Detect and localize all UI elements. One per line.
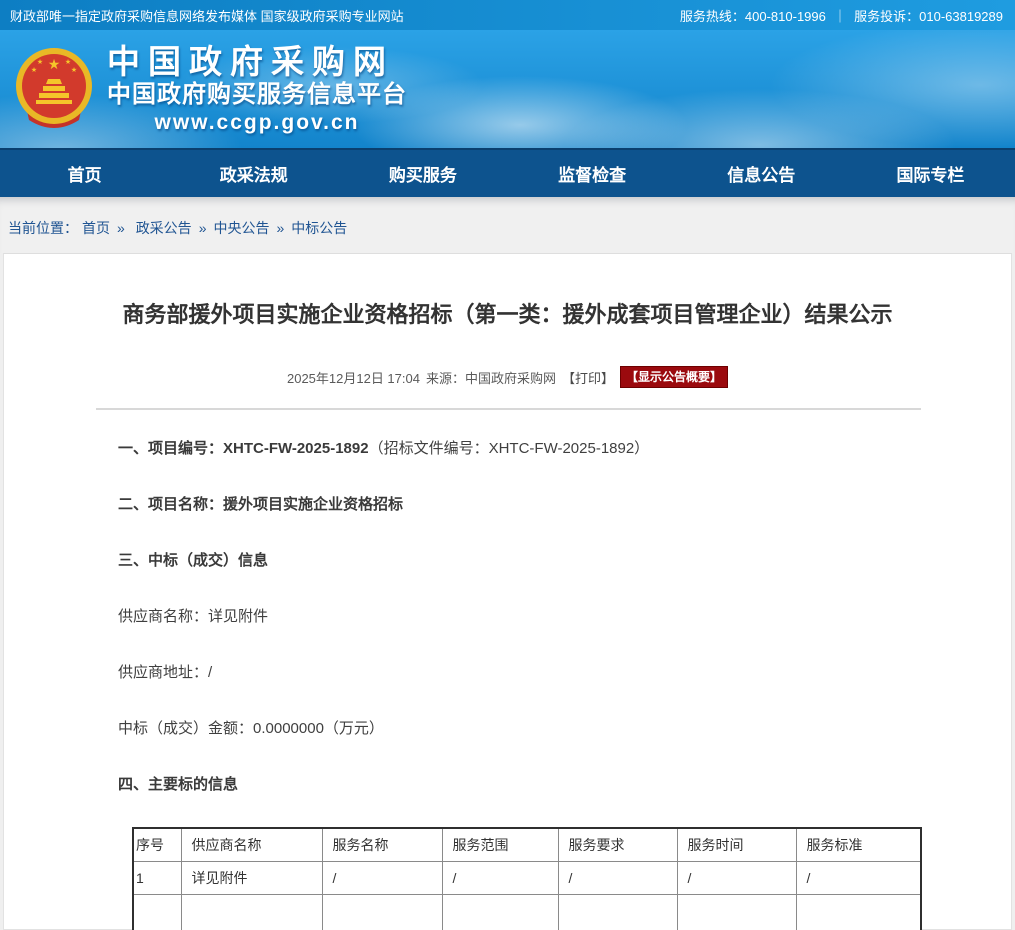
nav-item-regulations[interactable]: 政采法规 <box>169 150 338 197</box>
para-award-amount: 中标（成交）金额：0.0000000（万元） <box>118 720 1011 737</box>
table-row: 1 详见附件 / / / / / <box>133 861 921 894</box>
table-cell: / <box>558 861 677 894</box>
para-bold-text: 三、中标（成交）信息 <box>118 552 268 569</box>
table-cell: / <box>442 861 558 894</box>
announcement-meta: 2025年12月12日 17:04 来源：中国政府采购网 【打印】 【显示公告概… <box>4 366 1011 388</box>
topbar: 财政部唯一指定政府采购信息网络发布媒体 国家级政府采购专业网站 服务热线：400… <box>0 0 1015 30</box>
para-bold-text: 一、项目编号：XHTC-FW-2025-1892 <box>118 440 369 457</box>
site-title-block: 中国政府采购网 中国政府购买服务信息平台 www.ccgp.gov.cn <box>107 44 407 136</box>
table-cell: / <box>677 861 796 894</box>
table-cell: 1 <box>133 861 181 894</box>
para-bold-text: 四、主要标的信息 <box>118 776 238 793</box>
svg-text:★: ★ <box>37 58 43 66</box>
nav-item-home[interactable]: 首页 <box>0 150 169 197</box>
show-summary-button[interactable]: 【显示公告概要】 <box>620 366 728 388</box>
meta-divider <box>96 408 921 410</box>
para-supplier-address: 供应商地址：/ <box>118 664 1011 681</box>
announcement-title: 商务部援外项目实施企业资格招标（第一类：援外成套项目管理企业）结果公示 <box>4 300 1011 330</box>
para-project-number: 一、项目编号：XHTC-FW-2025-1892（招标文件编号：XHTC-FW-… <box>118 440 1011 457</box>
table-cell <box>133 894 181 930</box>
svg-text:★: ★ <box>71 66 77 74</box>
table-cell <box>322 894 442 930</box>
table-header-row: 序号 供应商名称 服务名称 服务范围 服务要求 服务时间 服务标准 <box>133 828 921 861</box>
nav-item-announcements[interactable]: 信息公告 <box>677 150 846 197</box>
site-name: 中国政府采购网 <box>107 44 407 80</box>
topbar-contacts: 服务热线：400-810-1996 ｜ 服务投诉：010-63819289 <box>678 6 1005 25</box>
breadcrumb-separator: » <box>276 220 284 236</box>
svg-text:★: ★ <box>48 56 61 72</box>
table-header-cell: 供应商名称 <box>181 828 322 861</box>
para-normal-text: 中标（成交）金额：0.0000000（万元） <box>118 720 384 737</box>
table-cell <box>677 894 796 930</box>
table-cell: / <box>322 861 442 894</box>
breadcrumb-label: 当前位置： <box>8 220 78 236</box>
content-panel: 商务部援外项目实施企业资格招标（第一类：援外成套项目管理企业）结果公示 2025… <box>3 253 1012 930</box>
para-normal-text: （招标文件编号：XHTC-FW-2025-1892） <box>369 440 650 457</box>
table-cell: 详见附件 <box>181 861 322 894</box>
breadcrumb-link-award-notices[interactable]: 中标公告 <box>291 220 347 236</box>
table-header-cell: 服务标准 <box>796 828 921 861</box>
breadcrumb: 当前位置：首页 » 政采公告 » 中央公告 » 中标公告 <box>0 197 1015 253</box>
table-header-cell: 序号 <box>133 828 181 861</box>
publish-datetime: 2025年12月12日 17:04 <box>287 368 420 387</box>
site-logo[interactable]: ★ ★ ★ ★ ★ 中国政府采购网 中国政府购买服务信息平台 www.ccgp.… <box>13 44 407 136</box>
para-normal-text: 供应商地址：/ <box>118 664 212 681</box>
site-header: ★ ★ ★ ★ ★ 中国政府采购网 中国政府购买服务信息平台 www.ccgp.… <box>0 30 1015 148</box>
subject-info-table: 序号 供应商名称 服务名称 服务范围 服务要求 服务时间 服务标准 1 详见附件… <box>132 827 922 930</box>
para-bold-text: 二、项目名称：援外项目实施企业资格招标 <box>118 496 403 513</box>
table-cell <box>558 894 677 930</box>
para-project-name: 二、项目名称：援外项目实施企业资格招标 <box>118 496 1011 513</box>
topbar-slogan: 财政部唯一指定政府采购信息网络发布媒体 国家级政府采购专业网站 <box>10 6 404 25</box>
table-cell <box>181 894 322 930</box>
nav-item-purchase-services[interactable]: 购买服务 <box>338 150 507 197</box>
breadcrumb-link-home[interactable]: 首页 <box>82 220 110 236</box>
site-subtitle: 中国政府购买服务信息平台 <box>107 80 407 110</box>
nav-item-supervision[interactable]: 监督检查 <box>508 150 677 197</box>
announcement-body: 一、项目编号：XHTC-FW-2025-1892（招标文件编号：XHTC-FW-… <box>4 440 1011 930</box>
topbar-divider: ｜ <box>834 9 847 24</box>
site-url: www.ccgp.gov.cn <box>107 110 407 136</box>
table-cell <box>442 894 558 930</box>
para-normal-text: 供应商名称：详见附件 <box>118 608 268 625</box>
main-nav: 首页 政采法规 购买服务 监督检查 信息公告 国际专栏 <box>0 148 1015 197</box>
table-header-cell: 服务名称 <box>322 828 442 861</box>
breadcrumb-separator: » <box>117 220 125 236</box>
breadcrumb-separator: » <box>199 220 207 236</box>
nav-item-international[interactable]: 国际专栏 <box>846 150 1015 197</box>
para-supplier-name: 供应商名称：详见附件 <box>118 608 1011 625</box>
table-header-cell: 服务时间 <box>677 828 796 861</box>
national-emblem-icon: ★ ★ ★ ★ ★ <box>13 46 95 134</box>
para-award-info-heading: 三、中标（成交）信息 <box>118 552 1011 569</box>
table-cell: / <box>796 861 921 894</box>
breadcrumb-link-central-notices[interactable]: 中央公告 <box>213 220 269 236</box>
service-hotline: 服务热线：400-810-1996 <box>680 9 826 24</box>
svg-text:★: ★ <box>31 66 37 74</box>
para-subject-info-heading: 四、主要标的信息 <box>118 776 1011 793</box>
svg-text:★: ★ <box>65 58 71 66</box>
print-button[interactable]: 【打印】 <box>562 368 614 387</box>
source-label: 来源：中国政府采购网 <box>426 368 556 387</box>
table-header-cell: 服务要求 <box>558 828 677 861</box>
breadcrumb-link-procurement-notices[interactable]: 政采公告 <box>136 220 192 236</box>
table-header-cell: 服务范围 <box>442 828 558 861</box>
service-complaint: 服务投诉：010-63819289 <box>854 9 1003 24</box>
table-cell <box>796 894 921 930</box>
table-row <box>133 894 921 930</box>
